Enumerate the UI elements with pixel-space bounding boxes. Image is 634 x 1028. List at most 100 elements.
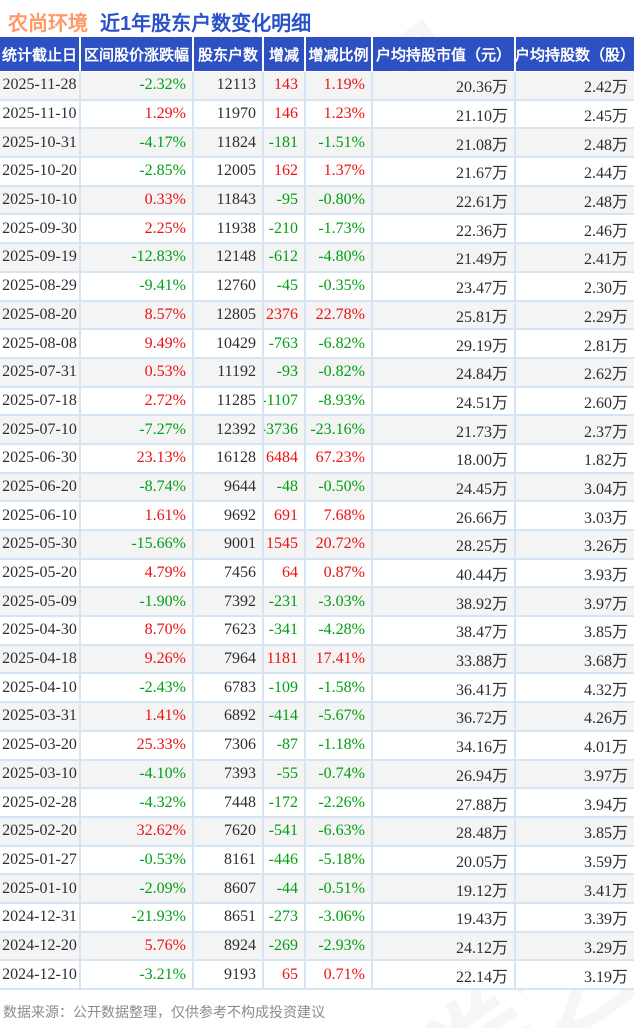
cell-delta-pct: -2.93% [306, 932, 371, 960]
cell-holders: 7623 [194, 617, 262, 644]
cell-avg-mktcap: 26.66万 [373, 502, 514, 529]
cell-date: 2025-03-31 [0, 703, 79, 730]
cell-delta-pct: -3.03% [306, 588, 371, 616]
table-row: 2024-12-20 5.76% 8924 -269 -2.93% 24.12万 3.29万 [0, 932, 634, 962]
cell-range-change: -7.27% [81, 416, 192, 443]
cell-delta-pct: -4.80% [306, 244, 371, 271]
cell-avg-shares: 3.97万 [516, 588, 634, 616]
table-row: 2025-04-30 8.70% 7623 -341 -4.28% 38.47万 3.85万 [0, 617, 634, 646]
cell-avg-shares: 3.94万 [516, 789, 634, 816]
cell-range-change: -3.21% [81, 961, 192, 988]
cell-delta: -48 [264, 473, 304, 501]
cell-avg-mktcap: 24.51万 [373, 387, 514, 415]
cell-range-change: -4.10% [81, 760, 192, 788]
cell-holders: 8651 [194, 903, 262, 931]
cell-avg-mktcap: 24.45万 [373, 473, 514, 501]
cell-date: 2025-06-20 [0, 473, 79, 501]
cell-avg-shares: 1.82万 [516, 444, 634, 472]
cell-date: 2025-04-30 [0, 617, 79, 644]
cell-range-change: 5.76% [81, 932, 192, 960]
cell-date: 2024-12-10 [0, 961, 79, 988]
cell-range-change: 25.33% [81, 731, 192, 759]
cell-holders: 9001 [194, 531, 262, 558]
cell-range-change: 4.79% [81, 559, 192, 587]
cell-avg-shares: 2.41万 [516, 244, 634, 271]
cell-date: 2025-08-29 [0, 272, 79, 300]
cell-holders: 11938 [194, 215, 262, 243]
cell-delta: 65 [264, 961, 304, 988]
cell-avg-mktcap: 20.36万 [373, 72, 514, 99]
table-row: 2025-03-10 -4.10% 7393 -55 -0.74% 26.94万 3.97万 [0, 760, 634, 790]
table-row: 2024-12-10 -3.21% 9193 65 0.71% 22.14万 3.19万 [0, 961, 634, 990]
cell-delta: -231 [264, 588, 304, 616]
cell-range-change: -2.43% [81, 674, 192, 702]
cell-range-change: 1.41% [81, 703, 192, 730]
cell-date: 2025-10-31 [0, 129, 79, 157]
cell-delta-pct: -3.06% [306, 903, 371, 931]
cell-avg-mktcap: 23.47万 [373, 272, 514, 300]
cell-holders: 8161 [194, 846, 262, 874]
cell-avg-shares: 2.29万 [516, 301, 634, 329]
cell-avg-shares: 2.37万 [516, 416, 634, 443]
cell-holders: 6783 [194, 674, 262, 702]
cell-avg-mktcap: 40.44万 [373, 559, 514, 587]
cell-range-change: 1.29% [81, 100, 192, 128]
cell-holders: 12392 [194, 416, 262, 443]
cell-holders: 7306 [194, 731, 262, 759]
cell-avg-mktcap: 19.43万 [373, 903, 514, 931]
cell-date: 2025-05-20 [0, 559, 79, 587]
cell-date: 2025-10-20 [0, 158, 79, 185]
cell-avg-shares: 3.03万 [516, 502, 634, 529]
cell-range-change: -12.83% [81, 244, 192, 271]
cell-avg-mktcap: 22.61万 [373, 186, 514, 214]
cell-avg-shares: 3.68万 [516, 645, 634, 673]
table-row: 2025-03-31 1.41% 6892 -414 -5.67% 36.72万 4.26万 [0, 703, 634, 732]
cell-delta: -341 [264, 617, 304, 644]
cell-delta-pct: 7.68% [306, 502, 371, 529]
cell-delta: -210 [264, 215, 304, 243]
cell-avg-shares: 2.44万 [516, 158, 634, 185]
cell-holders: 7448 [194, 789, 262, 816]
cell-delta: -1107 [264, 387, 304, 415]
col-header-delta: 增减 [264, 37, 304, 71]
cell-holders: 9644 [194, 473, 262, 501]
cell-delta: -109 [264, 674, 304, 702]
cell-delta: 1181 [264, 645, 304, 673]
cell-delta-pct: 1.23% [306, 100, 371, 128]
cell-date: 2025-11-10 [0, 100, 79, 128]
cell-avg-shares: 3.26万 [516, 531, 634, 558]
cell-avg-shares: 4.26万 [516, 703, 634, 730]
cell-avg-mktcap: 24.12万 [373, 932, 514, 960]
cell-range-change: -8.74% [81, 473, 192, 501]
cell-avg-shares: 3.85万 [516, 817, 634, 845]
cell-delta-pct: -8.93% [306, 387, 371, 415]
page-title: 农尚环境 近1年股东户数变化明细 [0, 0, 634, 37]
cell-avg-mktcap: 28.48万 [373, 817, 514, 845]
cell-delta: -45 [264, 272, 304, 300]
cell-avg-shares: 3.93万 [516, 559, 634, 587]
col-header-avg-shares: 户均持股数（股） [516, 37, 634, 71]
cell-date: 2025-04-18 [0, 645, 79, 673]
cell-delta-pct: 67.23% [306, 444, 371, 472]
cell-date: 2025-07-18 [0, 387, 79, 415]
cell-avg-shares: 2.30万 [516, 272, 634, 300]
cell-avg-shares: 3.41万 [516, 875, 634, 902]
cell-avg-mktcap: 25.81万 [373, 301, 514, 329]
cell-range-change: 8.70% [81, 617, 192, 644]
table-row: 2025-04-18 9.26% 7964 1181 17.41% 33.88万 3.68万 [0, 645, 634, 675]
cell-delta: 691 [264, 502, 304, 529]
cell-range-change: -0.53% [81, 846, 192, 874]
cell-date: 2025-03-20 [0, 731, 79, 759]
cell-range-change: -2.85% [81, 158, 192, 185]
cell-range-change: 0.53% [81, 358, 192, 386]
cell-holders: 12113 [194, 72, 262, 99]
cell-avg-mktcap: 33.88万 [373, 645, 514, 673]
cell-delta-pct: -23.16% [306, 416, 371, 443]
table-row: 2025-08-20 8.57% 12805 2376 22.78% 25.81万 2.29… [0, 301, 634, 331]
cell-avg-shares: 3.59万 [516, 846, 634, 874]
cell-delta: 162 [264, 158, 304, 185]
cell-date: 2025-09-30 [0, 215, 79, 243]
cell-avg-mktcap: 19.12万 [373, 875, 514, 902]
cell-range-change: -2.32% [81, 72, 192, 99]
cell-avg-mktcap: 38.92万 [373, 588, 514, 616]
